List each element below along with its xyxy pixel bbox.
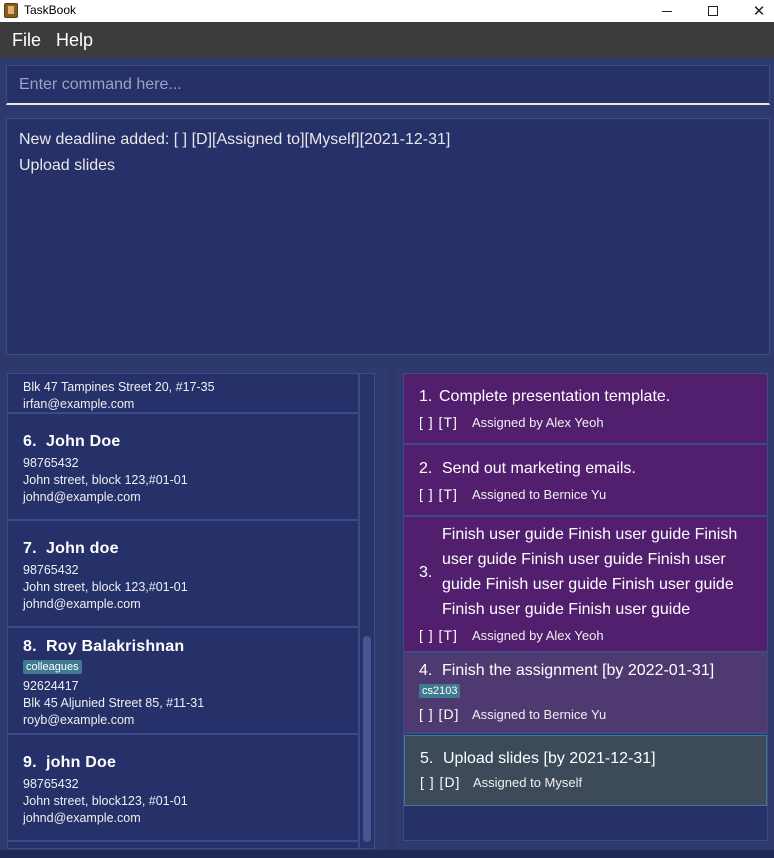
person-phone: 98765432 xyxy=(23,563,79,577)
task-status: [ ] [D] xyxy=(420,774,461,790)
person-address: John street, block 123,#01-01 xyxy=(23,580,188,594)
task-tag: cs2103 xyxy=(419,684,461,698)
person-tag: colleagues xyxy=(23,660,82,674)
app-icon xyxy=(4,3,18,18)
vertical-divider[interactable] xyxy=(388,366,396,850)
menu-help[interactable]: Help xyxy=(56,30,93,51)
person-list-scrollbar[interactable] xyxy=(359,373,375,849)
result-line-2: Upload slides xyxy=(19,157,116,174)
horizontal-divider[interactable] xyxy=(0,358,774,366)
command-input[interactable] xyxy=(6,65,770,105)
task-index: 3. xyxy=(419,564,433,581)
task-assignment: Assigned to Bernice Yu xyxy=(472,707,607,722)
person-list-panel: Blk 47 Tampines Street 20, #17-35 irfan@… xyxy=(0,366,388,850)
task-status: [ ] [T] xyxy=(419,414,458,430)
person-email: irfan@example.com xyxy=(23,397,135,411)
task-status: [ ] [T] xyxy=(419,486,458,502)
minimize-icon xyxy=(662,10,672,12)
menu-bar: File Help xyxy=(0,22,774,58)
status-bar xyxy=(0,850,774,858)
person-index: 8. xyxy=(23,638,37,655)
task-card[interactable]: 1. Complete presentation template. [ ] [… xyxy=(404,374,767,445)
person-phone: 92624417 xyxy=(23,679,79,693)
task-status: [ ] [D] xyxy=(419,706,460,722)
task-assignment: Assigned by Alex Yeoh xyxy=(472,415,604,430)
person-address: Blk 45 Aljunied Street 85, #11-31 xyxy=(23,696,205,710)
person-card[interactable]: 6. John Doe 98765432 John street, block … xyxy=(8,414,358,521)
scrollbar-thumb[interactable] xyxy=(363,636,371,842)
person-address: Blk 47 Tampines Street 20, #17-35 xyxy=(23,380,215,394)
close-button[interactable]: ✕ xyxy=(736,0,774,22)
menu-file[interactable]: File xyxy=(12,30,41,51)
task-title: Send out marketing emails. xyxy=(442,460,636,477)
person-card[interactable]: Blk 47 Tampines Street 20, #17-35 irfan@… xyxy=(8,374,358,414)
person-address: John street, block 123,#01-01 xyxy=(23,473,188,487)
title-bar: TaskBook ✕ xyxy=(0,0,774,22)
task-title: Finish the assignment [by 2022-01-31] xyxy=(442,662,715,679)
task-index: 4. xyxy=(419,662,433,679)
task-card[interactable]: 2. Send out marketing emails. [ ] [T] As… xyxy=(404,445,767,517)
maximize-icon xyxy=(708,6,718,16)
task-index: 2. xyxy=(419,460,433,477)
task-assignment: Assigned to Bernice Yu xyxy=(472,487,607,502)
person-address: John street, block123, #01-01 xyxy=(23,794,188,808)
task-index: 1. xyxy=(419,388,433,405)
person-card[interactable]: 8. Roy Balakrishnan colleagues 92624417 … xyxy=(8,628,358,735)
person-name: john Doe xyxy=(46,754,117,771)
person-email: johnd@example.com xyxy=(23,490,141,504)
command-box xyxy=(0,58,774,110)
result-line-1: New deadline added: [ ] [D][Assigned to]… xyxy=(19,131,451,148)
task-status: [ ] [T] xyxy=(419,627,458,643)
person-index: 6. xyxy=(23,433,37,450)
task-card[interactable]: 4. Finish the assignment [by 2022-01-31]… xyxy=(404,653,767,734)
person-phone: 98765432 xyxy=(23,456,79,470)
minimize-button[interactable] xyxy=(644,0,690,22)
task-list-panel: 1. Complete presentation template. [ ] [… xyxy=(396,366,774,850)
task-list: 1. Complete presentation template. [ ] [… xyxy=(403,373,768,841)
person-phone: 98765432 xyxy=(23,777,79,791)
close-icon: ✕ xyxy=(752,1,766,20)
person-email: royb@example.com xyxy=(23,713,135,727)
result-display: New deadline added: [ ] [D][Assigned to]… xyxy=(6,118,770,355)
task-card-selected[interactable]: 5. Upload slides [by 2021-12-31] [ ] [D]… xyxy=(404,735,767,806)
task-title: Complete presentation template. xyxy=(439,388,671,405)
person-name: Roy Balakrishnan xyxy=(46,638,185,655)
person-index: 9. xyxy=(23,754,37,771)
person-email: johnd@example.com xyxy=(23,597,141,611)
person-email: johnd@example.com xyxy=(23,811,141,825)
task-title: Finish user guide Finish user guide Fini… xyxy=(442,526,738,618)
task-index: 5. xyxy=(420,750,434,767)
task-card[interactable]: 3. Finish user guide Finish user guide F… xyxy=(404,517,767,653)
person-index: 7. xyxy=(23,540,37,557)
person-list: Blk 47 Tampines Street 20, #17-35 irfan@… xyxy=(7,373,359,849)
maximize-button[interactable] xyxy=(690,0,736,22)
person-card[interactable]: 9. john Doe 98765432 John street, block1… xyxy=(8,735,358,842)
window-title: TaskBook xyxy=(24,3,77,17)
person-card[interactable]: 7. John doe 98765432 John street, block … xyxy=(8,521,358,628)
task-assignment: Assigned to Myself xyxy=(473,775,583,790)
task-title: Upload slides [by 2021-12-31] xyxy=(443,750,656,767)
person-name: John doe xyxy=(46,540,119,557)
person-name: John Doe xyxy=(46,433,121,450)
task-assignment: Assigned by Alex Yeoh xyxy=(472,628,604,643)
